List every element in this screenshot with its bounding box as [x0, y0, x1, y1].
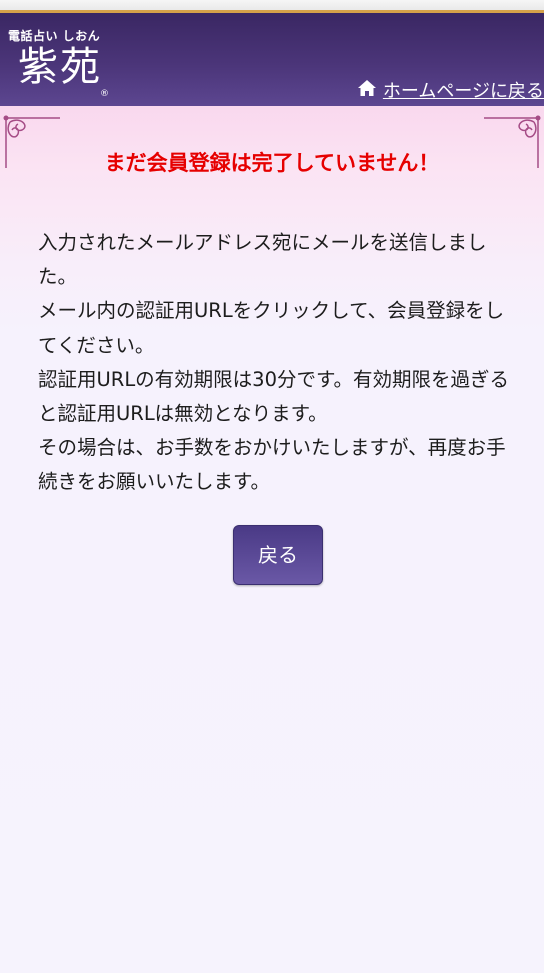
message-paragraph: その場合は、お手数をおかけいたしますが、再度お手続きをお願いいたします。 [38, 436, 506, 494]
logo-subtitle: 電話占い しおん [8, 29, 101, 43]
message-paragraph: 認証用URLの有効期限は30分です。有効期限を過ぎると認証用URLは無効となりま… [38, 367, 510, 426]
message-paragraph: メール内の認証用URLをクリックして、会員登録をしてください。 [38, 299, 505, 357]
registration-incomplete-heading: まだ会員登録は完了していません！ [104, 151, 440, 175]
home-page-link[interactable]: ホームページに戻る [357, 77, 544, 103]
site-header: 電話占い しおん 紫苑 ® ホームページに戻る [0, 10, 544, 106]
message-paragraph: 入力されたメールアドレス宛にメールを送信しました。 [38, 231, 487, 289]
main-content: まだ会員登録は完了していません！ 入力されたメールアドレス宛にメールを送信しまし… [0, 106, 544, 973]
logo-title[interactable]: 紫苑 [18, 45, 102, 89]
home-link-label: ホームページに戻る [382, 81, 544, 102]
home-icon [357, 79, 383, 102]
top-stripe [0, 0, 544, 10]
back-button[interactable]: 戻る [233, 525, 323, 585]
instruction-message: 入力されたメールアドレス宛にメールを送信しました。 メール内の認証用URLをクリ… [38, 226, 512, 500]
registered-mark: ® [100, 89, 109, 99]
